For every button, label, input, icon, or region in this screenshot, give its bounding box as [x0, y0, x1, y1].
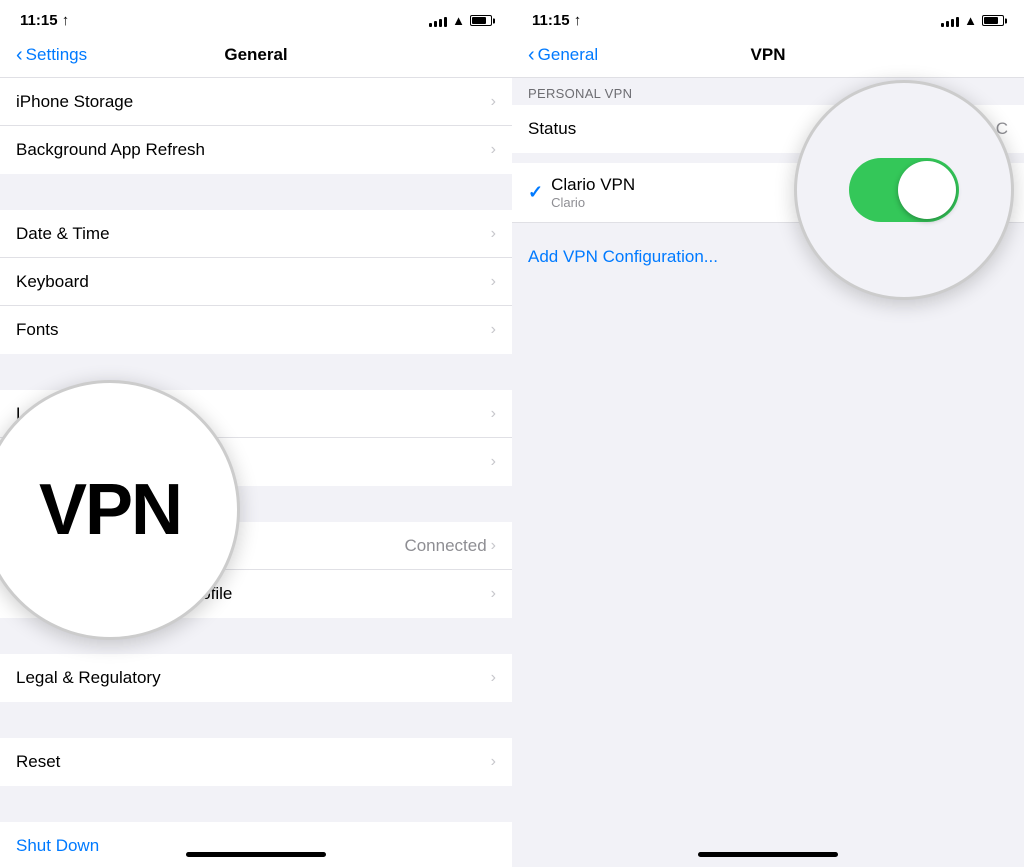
left-home-indicator [186, 852, 326, 857]
checkmark-icon: ✓ [528, 182, 543, 203]
right-back-button[interactable]: ‹ General [528, 45, 598, 65]
right-content-area [512, 281, 1024, 681]
right-battery-fill [984, 17, 998, 24]
left-nav-title: General [224, 45, 287, 65]
background-refresh-right: › [491, 141, 496, 159]
right-back-label: General [538, 45, 598, 65]
language-region-right: › [491, 405, 496, 423]
right-battery-icon [982, 15, 1004, 26]
toggle-knob [898, 161, 956, 219]
right-back-chevron-icon: ‹ [528, 45, 535, 65]
left-settings-group-1: iPhone Storage › Background App Refresh … [0, 78, 512, 174]
iphone-storage-row[interactable]: iPhone Storage › [0, 78, 512, 126]
left-settings-group-5: Legal & Regulatory › [0, 654, 512, 702]
left-settings-group-7: Shut Down [0, 822, 512, 867]
vpn-toggle[interactable] [849, 158, 959, 222]
chevron-icon-10: › [491, 669, 496, 687]
back-chevron-icon: ‹ [16, 45, 23, 65]
shutdown-label: Shut Down [16, 836, 99, 856]
legal-regulatory-row[interactable]: Legal & Regulatory › [0, 654, 512, 702]
wifi-icon: ▲ [452, 13, 465, 28]
signal-bar-4 [444, 17, 447, 27]
chevron-icon-5: › [491, 321, 496, 339]
legal-right: › [491, 669, 496, 687]
right-home-indicator [698, 852, 838, 857]
chevron-icon-4: › [491, 273, 496, 291]
chevron-icon-7: › [491, 453, 496, 471]
background-refresh-label: Background App Refresh [16, 140, 205, 160]
keyboard-label: Keyboard [16, 272, 89, 292]
right-signal-bar-4 [956, 17, 959, 27]
left-back-button[interactable]: ‹ Settings [16, 45, 87, 65]
clario-vpn-left: ✓ Clario VPN Clario [528, 175, 635, 210]
reset-row[interactable]: Reset › [0, 738, 512, 786]
reset-label: Reset [16, 752, 60, 772]
iphone-storage-label: iPhone Storage [16, 92, 133, 112]
chevron-icon-2: › [491, 141, 496, 159]
keyboard-right: › [491, 273, 496, 291]
right-nav-title: VPN [751, 45, 786, 65]
signal-bar-2 [434, 21, 437, 27]
keyboard-row[interactable]: Keyboard › [0, 258, 512, 306]
vpn-status-value: Connected [404, 536, 486, 556]
fonts-row[interactable]: Fonts › [0, 306, 512, 354]
chevron-icon-8: › [491, 537, 496, 555]
left-back-label: Settings [26, 45, 87, 65]
left-status-bar: 11:15 ↑ ▲ [0, 0, 512, 37]
left-status-icons: ▲ [429, 13, 492, 28]
signal-bar-3 [439, 19, 442, 27]
vpn-right: Connected › [404, 536, 496, 556]
chevron-icon: › [491, 93, 496, 111]
clario-vpn-info: Clario VPN Clario [551, 175, 635, 210]
fonts-right: › [491, 321, 496, 339]
empty-right: › [491, 453, 496, 471]
left-phone-screen: 11:15 ↑ ▲ ‹ Settings General iPhone Stor… [0, 0, 512, 867]
status-label: Status [528, 119, 576, 139]
right-status-icons: ▲ [941, 13, 1004, 28]
ios-profile-right: › [491, 585, 496, 603]
legal-regulatory-label: Legal & Regulatory [16, 668, 161, 688]
right-signal-bar-2 [946, 21, 949, 27]
chevron-icon-6: › [491, 405, 496, 423]
left-settings-group-6: Reset › [0, 738, 512, 786]
fonts-label: Fonts [16, 320, 59, 340]
date-time-right: › [491, 225, 496, 243]
right-signal-bar-1 [941, 23, 944, 27]
left-status-time: 11:15 ↑ [20, 12, 69, 29]
iphone-storage-right: › [491, 93, 496, 111]
reset-right: › [491, 753, 496, 771]
signal-bars-icon [429, 15, 447, 27]
clario-vpn-name: Clario VPN [551, 175, 635, 195]
separator-1 [0, 174, 512, 210]
signal-bar-1 [429, 23, 432, 27]
battery-fill [472, 17, 486, 24]
background-refresh-row[interactable]: Background App Refresh › [0, 126, 512, 174]
separator-5 [0, 702, 512, 738]
chevron-icon-9: › [491, 585, 496, 603]
right-wifi-icon: ▲ [964, 13, 977, 28]
right-signal-bars-icon [941, 15, 959, 27]
vpn-circle-text: VPN [39, 469, 181, 551]
right-status-bar: 11:15 ↑ ▲ [512, 0, 1024, 37]
clario-vpn-subtitle: Clario [551, 195, 635, 210]
right-status-time: 11:15 ↑ [532, 12, 581, 29]
date-time-row[interactable]: Date & Time › [0, 210, 512, 258]
right-phone-screen: 11:15 ↑ ▲ ‹ General VPN PERSONAL VPN Sta… [512, 0, 1024, 867]
separator-6 [0, 786, 512, 822]
right-signal-bar-3 [951, 19, 954, 27]
left-nav-bar: ‹ Settings General [0, 37, 512, 78]
left-settings-group-2: Date & Time › Keyboard › Fonts › [0, 210, 512, 354]
chevron-icon-11: › [491, 753, 496, 771]
vpn-toggle-circle [794, 80, 1014, 300]
shutdown-row[interactable]: Shut Down [0, 822, 512, 867]
right-nav-bar: ‹ General VPN [512, 37, 1024, 78]
date-time-label: Date & Time [16, 224, 110, 244]
chevron-icon-3: › [491, 225, 496, 243]
battery-icon [470, 15, 492, 26]
